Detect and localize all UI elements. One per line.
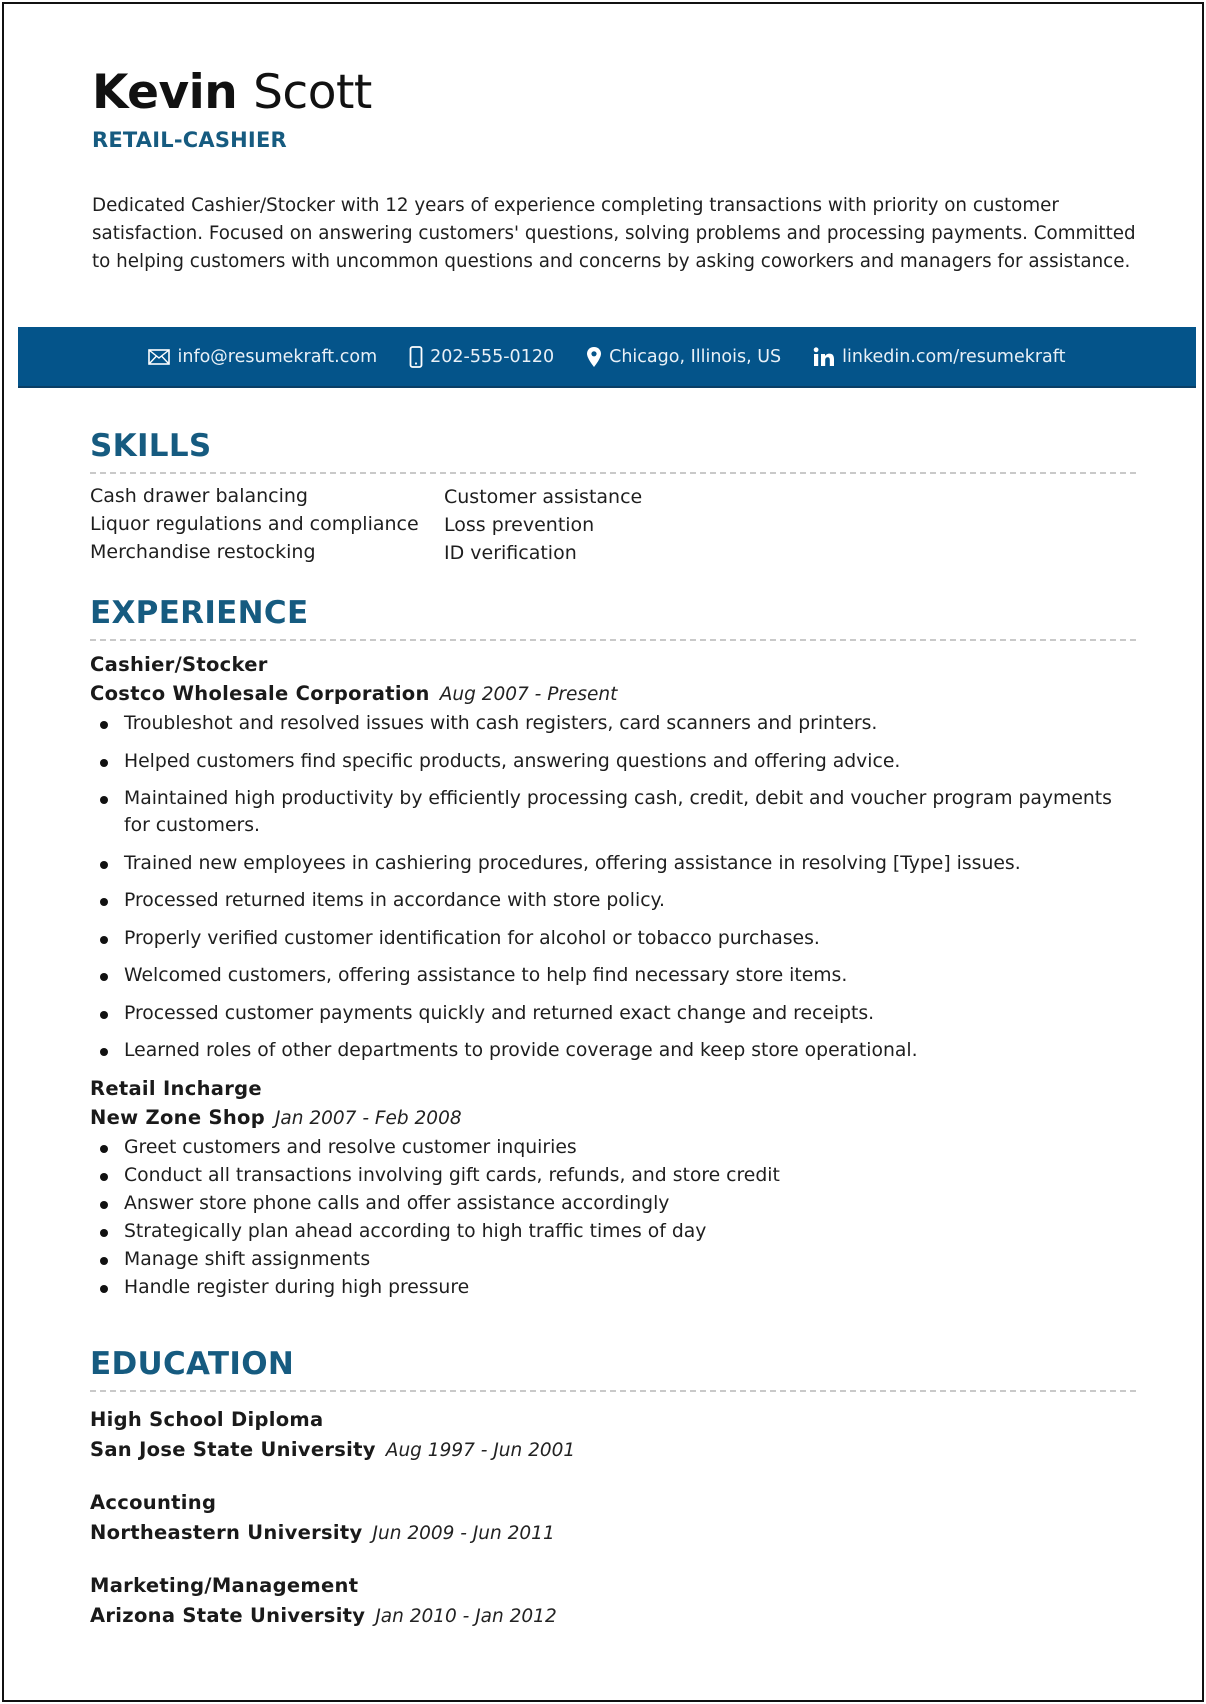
responsibility-item: Conduct all transactions involving gift …: [100, 1162, 1136, 1190]
linkedin-icon: [813, 346, 835, 367]
skill-item: ID verification: [444, 542, 577, 564]
responsibility-item: Helped customers find specific products,…: [100, 748, 1136, 775]
skill-item: Liquor regulations and compliance: [90, 513, 419, 535]
resume-header: Kevin Scott RETAIL-CASHIER: [92, 62, 1132, 152]
first-name: Kevin: [92, 65, 238, 120]
skills-column-left: Cash drawer balancing Liquor regulations…: [90, 482, 444, 567]
contact-location[interactable]: Chicago, Illinois, US: [586, 346, 781, 368]
school-name: San Jose State University: [90, 1438, 376, 1461]
job-company-line: Costco Wholesale Corporation Aug 2007 - P…: [90, 679, 1136, 710]
education-entry: High School Diploma San Jose State Unive…: [90, 1406, 1136, 1467]
degree-name: Accounting: [90, 1491, 217, 1514]
contact-phone[interactable]: 202-555-0120: [409, 345, 555, 368]
job-dates: Aug 2007 - Present: [439, 684, 618, 705]
education-section: EDUCATION High School Diploma San Jose S…: [90, 1344, 1136, 1633]
education-heading: EDUCATION: [90, 1344, 1136, 1392]
skill-item: Cash drawer balancing: [90, 485, 308, 507]
job-entry: Cashier/Stocker Costco Wholesale Corpora…: [90, 651, 1136, 1064]
contact-linkedin[interactable]: linkedin.com/resumekraft: [813, 346, 1066, 367]
job-company: New Zone Shop: [90, 1105, 265, 1129]
responsibility-item: Processed customer payments quickly and …: [100, 1000, 1136, 1027]
mobile-phone-icon: [409, 345, 423, 368]
job-responsibilities: Troubleshot and resolved issues with cas…: [90, 710, 1136, 1064]
skill-item: Merchandise restocking: [90, 541, 316, 563]
job-company: Costco Wholesale Corporation: [90, 682, 430, 705]
skills-list: Cash drawer balancing Liquor regulations…: [90, 482, 1136, 567]
education-dates: Jan 2010 - Jan 2012: [375, 1606, 557, 1627]
responsibility-item: Answer store phone calls and offer assis…: [100, 1190, 1136, 1218]
responsibility-item: Troubleshot and resolved issues with cas…: [100, 710, 1136, 737]
school-name: Arizona State University: [90, 1604, 366, 1627]
skills-heading: SKILLS: [90, 426, 1136, 474]
contact-location-text: Chicago, Illinois, US: [609, 346, 782, 367]
contact-phone-text: 202-555-0120: [430, 346, 555, 367]
job-responsibilities: Greet customers and resolve customer inq…: [90, 1134, 1136, 1302]
responsibility-item: Strategically plan ahead according to hi…: [100, 1218, 1136, 1246]
school-line: Northeastern University Jun 2009 - Jun 20…: [90, 1517, 1136, 1550]
job-dates: Jan 2007 - Feb 2008: [274, 1107, 462, 1129]
school-line: San Jose State University Aug 1997 - Jun …: [90, 1434, 1136, 1467]
degree-name: Marketing/Management: [90, 1574, 359, 1597]
responsibility-item: Welcomed customers, offering assistance …: [100, 962, 1136, 989]
last-name: Scott: [253, 65, 372, 120]
responsibility-item: Handle register during high pressure: [100, 1274, 1136, 1302]
school-line: Arizona State University Jan 2010 - Jan 2…: [90, 1600, 1136, 1633]
job-role-title: RETAIL-CASHIER: [92, 128, 287, 152]
job-title: Retail Incharge: [90, 1076, 262, 1100]
professional-summary: Dedicated Cashier/Stocker with 12 years …: [92, 195, 1136, 272]
contact-email[interactable]: info@resumekraft.com: [148, 347, 377, 367]
skill-item: Customer assistance: [444, 486, 643, 508]
map-pin-icon: [586, 346, 602, 368]
responsibility-item: Maintained high productivity by efficien…: [100, 785, 1136, 839]
experience-section: EXPERIENCE Cashier/Stocker Costco Wholes…: [90, 593, 1136, 1302]
job-entry: Retail Incharge New Zone Shop Jan 2007 - …: [90, 1075, 1136, 1302]
responsibility-item: Manage shift assignments: [100, 1246, 1136, 1274]
degree-name: High School Diploma: [90, 1408, 324, 1431]
job-company-line: New Zone Shop Jan 2007 - Feb 2008: [90, 1103, 1136, 1134]
responsibility-item: Properly verified customer identificatio…: [100, 925, 1136, 952]
contact-bar: info@resumekraft.com 202-555-0120 Chicag…: [18, 327, 1196, 388]
skill-item: Loss prevention: [444, 514, 595, 536]
responsibility-item: Processed returned items in accordance w…: [100, 887, 1136, 914]
job-title: Cashier/Stocker: [90, 653, 268, 676]
responsibility-item: Trained new employees in cashiering proc…: [100, 850, 1136, 877]
contact-linkedin-text: linkedin.com/resumekraft: [842, 346, 1066, 367]
candidate-name: Kevin Scott: [92, 62, 1132, 124]
education-entry: Marketing/Management Arizona State Unive…: [90, 1572, 1136, 1633]
experience-heading: EXPERIENCE: [90, 593, 1136, 641]
education-dates: Aug 1997 - Jun 2001: [385, 1440, 576, 1461]
education-entry: Accounting Northeastern University Jun 20…: [90, 1489, 1136, 1550]
school-name: Northeastern University: [90, 1521, 363, 1544]
responsibility-item: Learned roles of other departments to pr…: [100, 1037, 1136, 1064]
envelope-icon: [148, 348, 171, 365]
education-dates: Jun 2009 - Jun 2011: [372, 1523, 555, 1544]
skills-column-right: Customer assistance Loss prevention ID v…: [444, 482, 804, 567]
skills-section: SKILLS Cash drawer balancing Liquor regu…: [90, 426, 1136, 567]
responsibility-item: Greet customers and resolve customer inq…: [100, 1134, 1136, 1162]
resume-page: Kevin Scott RETAIL-CASHIER Dedicated Cas…: [2, 2, 1204, 1702]
contact-email-text: info@resumekraft.com: [177, 346, 378, 367]
